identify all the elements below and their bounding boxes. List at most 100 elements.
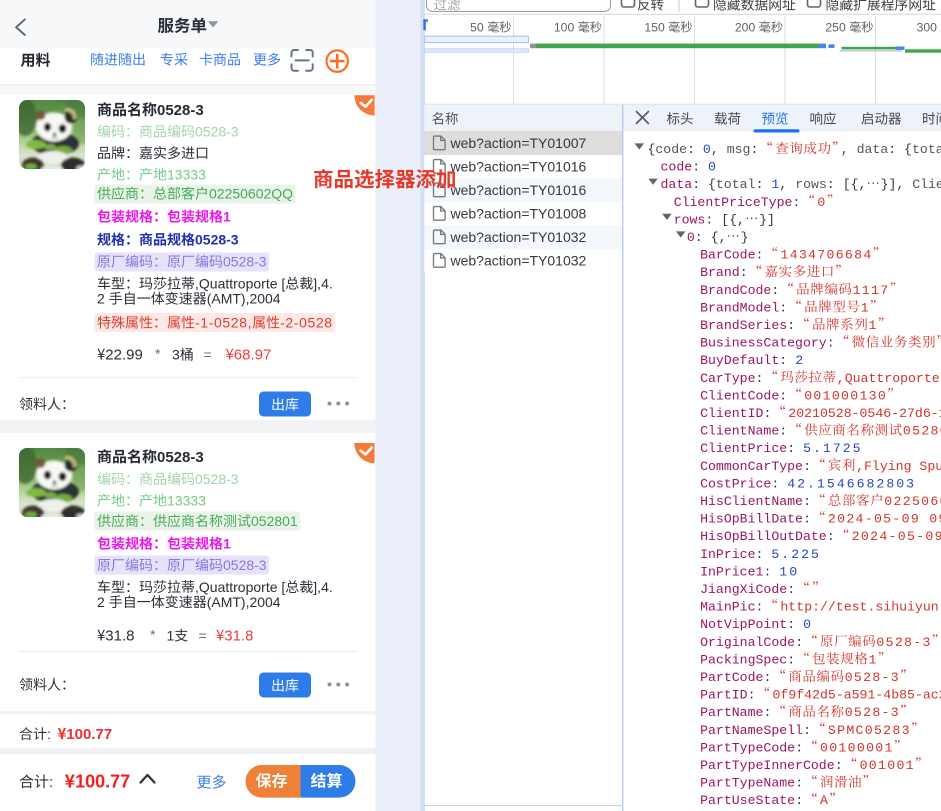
svg-text:0: 0 xyxy=(803,617,813,632)
svg-text:31.8: 31.8 xyxy=(224,628,253,645)
svg-text:BrandSeries: BrandSeries xyxy=(700,318,787,333)
svg-text::: : xyxy=(827,529,843,544)
svg-text::: : xyxy=(787,582,803,597)
svg-text:100: 100 xyxy=(554,21,578,35)
svg-text::: : xyxy=(47,726,51,742)
svg-text:1: 1 xyxy=(771,177,779,192)
svg-text::: : xyxy=(827,177,843,192)
svg-text:1: 1 xyxy=(223,209,231,225)
svg-text:PartCode: PartCode xyxy=(700,670,763,685)
svg-text:/test.sihuiyun.com/: /test.sihuiyun.com/ xyxy=(828,600,941,615)
svg-text:0f9f42d5-a591-4b85-ac29-fa: 0f9f42d5-a591-4b85-ac29-fa xyxy=(773,688,941,703)
svg-text:code: code xyxy=(661,160,693,175)
svg-text:0: 0 xyxy=(687,230,695,245)
svg-text:],4.: ],4. xyxy=(313,579,332,595)
svg-text:5.1725: 5.1725 xyxy=(803,441,862,456)
svg-text:rows: rows xyxy=(795,177,827,192)
svg-text::: : xyxy=(779,353,795,368)
svg-text:InPrice1: InPrice1 xyxy=(700,564,763,579)
svg-text::: : xyxy=(695,230,711,245)
svg-text:HisOpBillDate: HisOpBillDate xyxy=(700,512,803,527)
svg-text:0528-3: 0528-3 xyxy=(845,705,900,720)
svg-text:InPrice: InPrice xyxy=(700,547,755,562)
svg-text::: : xyxy=(756,600,772,615)
svg-text:CommonCarType: CommonCarType xyxy=(700,459,803,474)
svg-text:PartID: PartID xyxy=(700,688,748,703)
svg-text:-2-0528: -2-0528 xyxy=(280,315,333,331)
svg-text:68.97: 68.97 xyxy=(234,347,272,364)
svg-text::: : xyxy=(692,177,708,192)
svg-text:052801: 052801 xyxy=(251,513,298,529)
svg-text:0528-3: 0528-3 xyxy=(223,254,267,270)
svg-text::: : xyxy=(756,248,772,263)
svg-text::: : xyxy=(795,635,811,650)
svg-text:PartUseState: PartUseState xyxy=(700,793,795,808)
svg-text:}: } xyxy=(741,230,749,245)
svg-text:=: = xyxy=(204,347,212,363)
svg-text:100.77: 100.77 xyxy=(75,772,130,792)
svg-text::: : xyxy=(787,441,803,456)
svg-text:1434706684: 1434706684 xyxy=(780,248,872,263)
svg-text:SPMC05283: SPMC05283 xyxy=(828,723,911,738)
svg-text:42.1546682803: 42.1546682803 xyxy=(787,476,916,491)
svg-text:200: 200 xyxy=(735,21,759,35)
svg-text:data: data xyxy=(661,177,693,192)
svg-text::: : xyxy=(740,265,756,280)
svg-text:150: 150 xyxy=(644,21,668,35)
svg-text:0528-3: 0528-3 xyxy=(876,635,931,650)
svg-text:1117: 1117 xyxy=(853,283,890,298)
svg-text:htt: htt xyxy=(780,600,804,615)
svg-text::: : xyxy=(764,705,780,720)
svg-text:total: total xyxy=(912,142,941,157)
svg-text:250: 250 xyxy=(825,21,849,35)
svg-text::: : xyxy=(764,564,780,579)
svg-text:ClientID: ClientID xyxy=(700,406,763,421)
svg-text:31.8: 31.8 xyxy=(105,628,134,645)
svg-text:BuyDefault: BuyDefault xyxy=(700,353,779,368)
svg-text:1: 1 xyxy=(861,300,870,315)
svg-text:{,: {, xyxy=(711,230,727,245)
svg-text:,: , xyxy=(896,177,912,192)
svg-text::: : xyxy=(779,388,795,403)
svg-text:,Flying Spur W1: ,Flying Spur W1 xyxy=(856,459,941,474)
svg-text:BarCode: BarCode xyxy=(700,248,755,263)
svg-text:001000130: 001000130 xyxy=(804,388,887,403)
svg-text:ClientName: ClientName xyxy=(700,424,779,439)
svg-text:2: 2 xyxy=(795,353,805,368)
svg-text::: : xyxy=(787,652,803,667)
svg-text:BrandCode: BrandCode xyxy=(700,283,771,298)
svg-text:JiangXiCode: JiangXiCode xyxy=(700,582,787,597)
svg-text:=: = xyxy=(199,628,207,644)
svg-text::: : xyxy=(692,160,708,175)
svg-text:A: A xyxy=(820,793,829,808)
svg-text:CarType: CarType xyxy=(700,371,755,386)
svg-text:02250602QQ: 02250602QQ xyxy=(884,494,941,509)
svg-text::: : xyxy=(803,723,819,738)
svg-text:0528-3: 0528-3 xyxy=(195,471,239,487)
svg-text:OriginalCode: OriginalCode xyxy=(700,635,795,650)
svg-text:CostPrice: CostPrice xyxy=(700,476,771,491)
svg-text::: : xyxy=(827,336,843,351)
svg-text:2: 2 xyxy=(97,291,109,307)
svg-text:300: 300 xyxy=(917,21,941,35)
svg-text:web?action=TY01032: web?action=TY01032 xyxy=(450,252,587,268)
svg-text:data: data xyxy=(857,142,889,157)
svg-text::: : xyxy=(748,688,764,703)
svg-text:0: 0 xyxy=(817,195,826,210)
svg-text:ClientPriceType: ClientPriceType xyxy=(674,195,793,210)
svg-text:0528-3: 0528-3 xyxy=(195,232,239,248)
svg-text:,: , xyxy=(841,142,857,157)
svg-text:msg: msg xyxy=(727,142,751,157)
svg-text:,: , xyxy=(711,142,727,157)
svg-text:(AMT),2004: (AMT),2004 xyxy=(207,594,281,610)
svg-text::: : xyxy=(49,774,53,791)
svg-text::: : xyxy=(751,142,767,157)
svg-text::: : xyxy=(771,283,787,298)
svg-text:PartNameSpell: PartNameSpell xyxy=(700,723,803,738)
svg-text::: : xyxy=(787,617,803,632)
svg-text::: : xyxy=(803,459,819,474)
svg-text:: {: : { xyxy=(888,142,912,157)
svg-text:0528-3: 0528-3 xyxy=(157,102,204,119)
svg-text:PartTypeInnerCode: PartTypeInnerCode xyxy=(700,758,835,773)
svg-text::: : xyxy=(764,670,780,685)
